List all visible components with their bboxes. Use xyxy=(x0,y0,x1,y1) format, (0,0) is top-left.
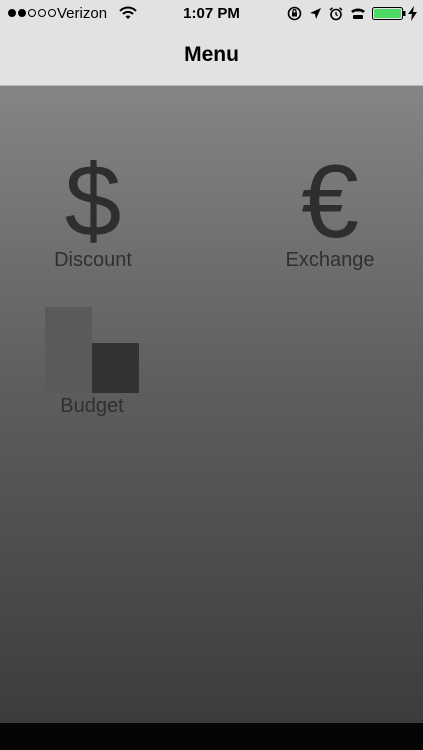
app-screen: Verizon 1:07 PM Menu $ Discount € Exchan… xyxy=(0,0,423,750)
dollar-icon: $ xyxy=(64,144,122,258)
exchange-label: Exchange xyxy=(285,249,375,271)
bottom-strip xyxy=(0,723,423,750)
tty-icon xyxy=(351,8,365,19)
nav-title: Menu xyxy=(184,43,239,66)
discount-label: Discount xyxy=(54,249,132,271)
bar-chart-short-bar xyxy=(92,343,139,393)
budget-label: Budget xyxy=(60,395,124,417)
battery-icon xyxy=(372,7,406,20)
exchange-button[interactable]: € Exchange xyxy=(272,150,388,280)
bar-chart-tall-bar xyxy=(45,307,92,393)
euro-icon: € xyxy=(301,144,359,260)
alarm-clock-icon xyxy=(329,6,343,20)
discount-button[interactable]: $ Discount xyxy=(40,150,146,280)
status-icons xyxy=(287,6,366,21)
location-arrow-icon xyxy=(310,8,321,19)
top-bar: Verizon 1:07 PM Menu xyxy=(0,0,423,86)
status-bar: Verizon 1:07 PM xyxy=(0,0,423,28)
orientation-lock-icon xyxy=(287,6,302,21)
charging-bolt-icon xyxy=(408,6,417,21)
budget-button[interactable]: Budget xyxy=(40,305,144,423)
